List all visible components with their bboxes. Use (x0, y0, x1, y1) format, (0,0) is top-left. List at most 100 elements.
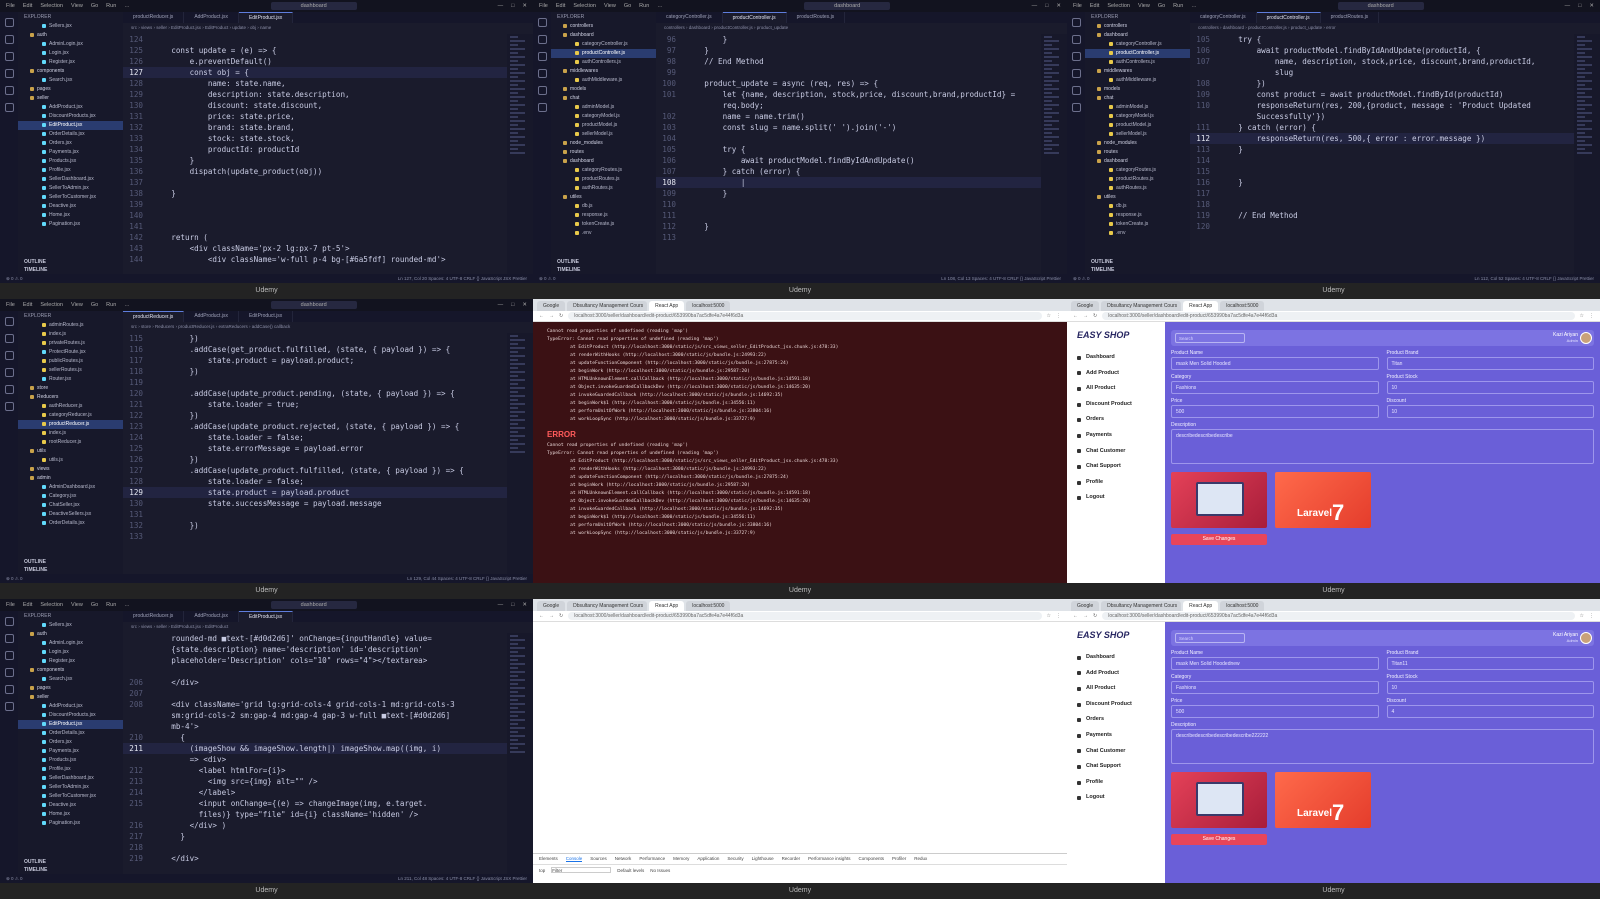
folder-item[interactable]: models (551, 85, 656, 94)
price-input[interactable]: 500 (1171, 405, 1379, 418)
menu-item[interactable]: View (604, 3, 616, 9)
sidebar-item[interactable]: Orders (1077, 712, 1165, 728)
code-area[interactable]: 105 try {106 await productModel.findById… (1190, 34, 1574, 274)
file-item[interactable]: OrderDetails.jsx (18, 729, 123, 738)
menu-item[interactable]: Go (91, 3, 98, 9)
file-item[interactable]: authMiddleware.js (551, 76, 656, 85)
browser-tab[interactable]: localhost:5000 (1220, 601, 1265, 611)
menu-item[interactable]: Edit (556, 3, 565, 9)
source-control-icon[interactable] (4, 651, 14, 660)
maximize-icon[interactable]: □ (511, 302, 514, 308)
menu-item[interactable]: View (1138, 3, 1150, 9)
sidebar-item[interactable]: Chat Customer (1077, 744, 1165, 760)
browser-tab[interactable]: localhost:5000 (1220, 301, 1265, 311)
run-debug-icon[interactable] (4, 69, 14, 78)
menu-item[interactable]: Run (106, 602, 116, 608)
menu-item[interactable]: Selection (40, 602, 63, 608)
file-item[interactable]: SellerToCustomer.jsx (18, 792, 123, 801)
outline-section[interactable]: OUTLINE (18, 558, 123, 566)
editor-tab[interactable]: productReducer.js (123, 311, 185, 322)
timeline-section[interactable]: TIMELINE (18, 866, 123, 874)
browser-tab[interactable]: Google (537, 601, 566, 611)
file-item[interactable]: Pagination.jsx (18, 220, 123, 229)
product-image[interactable]: Laravel7 (1275, 772, 1371, 828)
extensions-icon[interactable]: ⋮ (1589, 313, 1594, 319)
maximize-icon[interactable]: □ (1045, 3, 1048, 9)
file-item[interactable]: Sellers.jsx (18, 22, 123, 31)
run-debug-icon[interactable] (4, 668, 14, 677)
file-item[interactable]: Register.jsx (18, 657, 123, 666)
file-item[interactable]: .env (1085, 229, 1190, 238)
editor-tab[interactable]: productRoutes.js (1321, 12, 1380, 23)
file-item[interactable]: Register.jsx (18, 58, 123, 67)
file-item[interactable]: ProtectRoute.jsx (18, 348, 123, 357)
file-item[interactable]: AddProduct.jsx (18, 702, 123, 711)
folder-item[interactable]: dashboard (551, 157, 656, 166)
devtools-tab[interactable]: Redux (914, 856, 927, 862)
code-area[interactable]: 115 }) 116 .addCase(get_product.fulfilled… (123, 333, 507, 574)
file-item[interactable]: Search.jsx (18, 76, 123, 85)
file-item[interactable]: SellerDashboard.jsx (18, 175, 123, 184)
search-input[interactable]: Search (1175, 333, 1245, 343)
remote-icon[interactable] (1071, 103, 1081, 112)
sidebar-item[interactable]: Chat Support (1077, 759, 1165, 775)
menu-item[interactable]: Edit (1090, 3, 1099, 9)
menu-item[interactable]: … (124, 302, 130, 308)
extensions-icon[interactable] (1071, 86, 1081, 95)
search-icon[interactable] (1071, 35, 1081, 44)
folder-item[interactable]: chat (1085, 94, 1190, 103)
devtools-tab[interactable]: Profiler (892, 856, 906, 862)
bookmark-icon[interactable]: ☆ (1580, 613, 1584, 619)
discount-input[interactable]: 4 (1386, 705, 1594, 718)
sidebar-item[interactable]: Profile (1077, 775, 1165, 791)
status-info[interactable]: Ln 108, Col 13 Spaces: 4 UTF-8 CRLF {} J… (941, 274, 1061, 283)
category-input[interactable]: Fashions (1171, 681, 1379, 694)
folder-item[interactable]: store (18, 384, 123, 393)
log-levels[interactable]: Default levels (617, 868, 644, 873)
file-item[interactable]: AdminDashboard.jsx (18, 483, 123, 492)
browser-tab[interactable]: localhost:5000 (686, 601, 731, 611)
save-changes-button[interactable]: Save Changes (1171, 534, 1267, 545)
menu-item[interactable]: … (657, 3, 663, 9)
back-icon[interactable]: ← (539, 613, 544, 619)
editor-tab[interactable]: EditProduct.jsx (238, 12, 294, 23)
file-item[interactable]: productRoutes.js (551, 175, 656, 184)
editor-tab[interactable]: productReducer.js (123, 611, 185, 622)
devtools-tab[interactable]: Performance insights (808, 856, 850, 862)
editor-tab[interactable]: productRoutes.js (787, 12, 846, 23)
file-item[interactable]: Deactive.jsx (18, 202, 123, 211)
console-filter[interactable]: Filter (551, 867, 612, 873)
folder-item[interactable]: utils (18, 447, 123, 456)
minimize-icon[interactable]: — (1032, 3, 1038, 9)
file-item[interactable]: SellerToCustomer.jsx (18, 193, 123, 202)
status-problems[interactable]: ⊗ 0 ⚠ 0 (6, 874, 23, 883)
close-icon[interactable]: ✕ (522, 3, 527, 9)
menu-item[interactable]: Go (1158, 3, 1165, 9)
folder-item[interactable]: seller (18, 693, 123, 702)
file-item[interactable]: authControllers.js (551, 58, 656, 67)
sidebar-item[interactable]: Orders (1077, 412, 1165, 428)
file-item[interactable]: Home.jsx (18, 211, 123, 220)
folder-item[interactable]: components (18, 67, 123, 76)
sidebar-item[interactable]: Add Product (1077, 666, 1165, 682)
file-item[interactable]: authMiddleware.js (1085, 76, 1190, 85)
avatar[interactable] (1580, 332, 1592, 344)
extensions-icon[interactable]: ⋮ (1589, 613, 1594, 619)
file-item[interactable]: categoryRoutes.js (1085, 166, 1190, 175)
file-item[interactable]: db.js (551, 202, 656, 211)
command-center-input[interactable]: dashboard (270, 601, 357, 609)
folder-item[interactable]: components (18, 666, 123, 675)
file-item[interactable]: Router.jsx (18, 375, 123, 384)
browser-tab[interactable]: Dbsultancy Management Cours (1101, 601, 1182, 611)
file-item[interactable]: privateRoutes.js (18, 339, 123, 348)
editor-tab[interactable]: categoryController.js (1190, 12, 1257, 23)
folder-item[interactable]: routes (1085, 148, 1190, 157)
file-item[interactable]: AdminLogin.jsx (18, 40, 123, 49)
devtools-tab[interactable]: Performance (639, 856, 665, 862)
avatar[interactable] (1580, 632, 1592, 644)
source-control-icon[interactable] (4, 351, 14, 360)
file-item[interactable]: index.js (18, 429, 123, 438)
sidebar-item[interactable]: Add Product (1077, 366, 1165, 382)
browser-tab[interactable]: Google (1071, 601, 1100, 611)
save-changes-button[interactable]: Save Changes (1171, 834, 1267, 845)
